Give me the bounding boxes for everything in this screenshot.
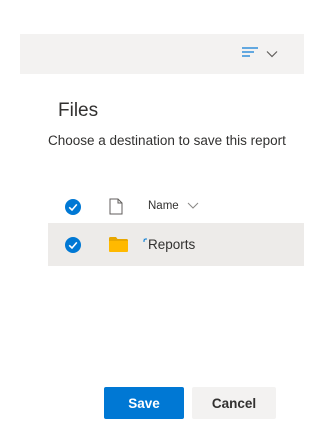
row-checkbox[interactable] xyxy=(65,237,81,258)
name-column-header[interactable]: Name xyxy=(148,200,199,212)
list-item-name: Reports xyxy=(148,237,196,252)
cancel-button[interactable]: Cancel xyxy=(192,387,276,419)
folder-icon xyxy=(109,237,128,257)
page-title: Files xyxy=(58,100,99,121)
list-header: Name xyxy=(48,192,304,222)
save-button[interactable]: Save xyxy=(104,387,184,419)
page-description: Choose a destination to save this report xyxy=(48,133,286,148)
view-options-button[interactable] xyxy=(242,46,282,62)
check-circle-icon xyxy=(65,199,81,215)
chevron-down-icon xyxy=(187,200,199,212)
check-circle-icon xyxy=(65,237,81,253)
list-item[interactable]: Reports xyxy=(48,223,304,266)
document-icon xyxy=(109,198,123,220)
name-column-label: Name xyxy=(148,200,179,212)
chevron-down-icon xyxy=(266,45,278,63)
list-view-icon xyxy=(242,45,258,63)
command-bar xyxy=(20,34,304,74)
select-all-checkbox[interactable] xyxy=(65,199,81,220)
